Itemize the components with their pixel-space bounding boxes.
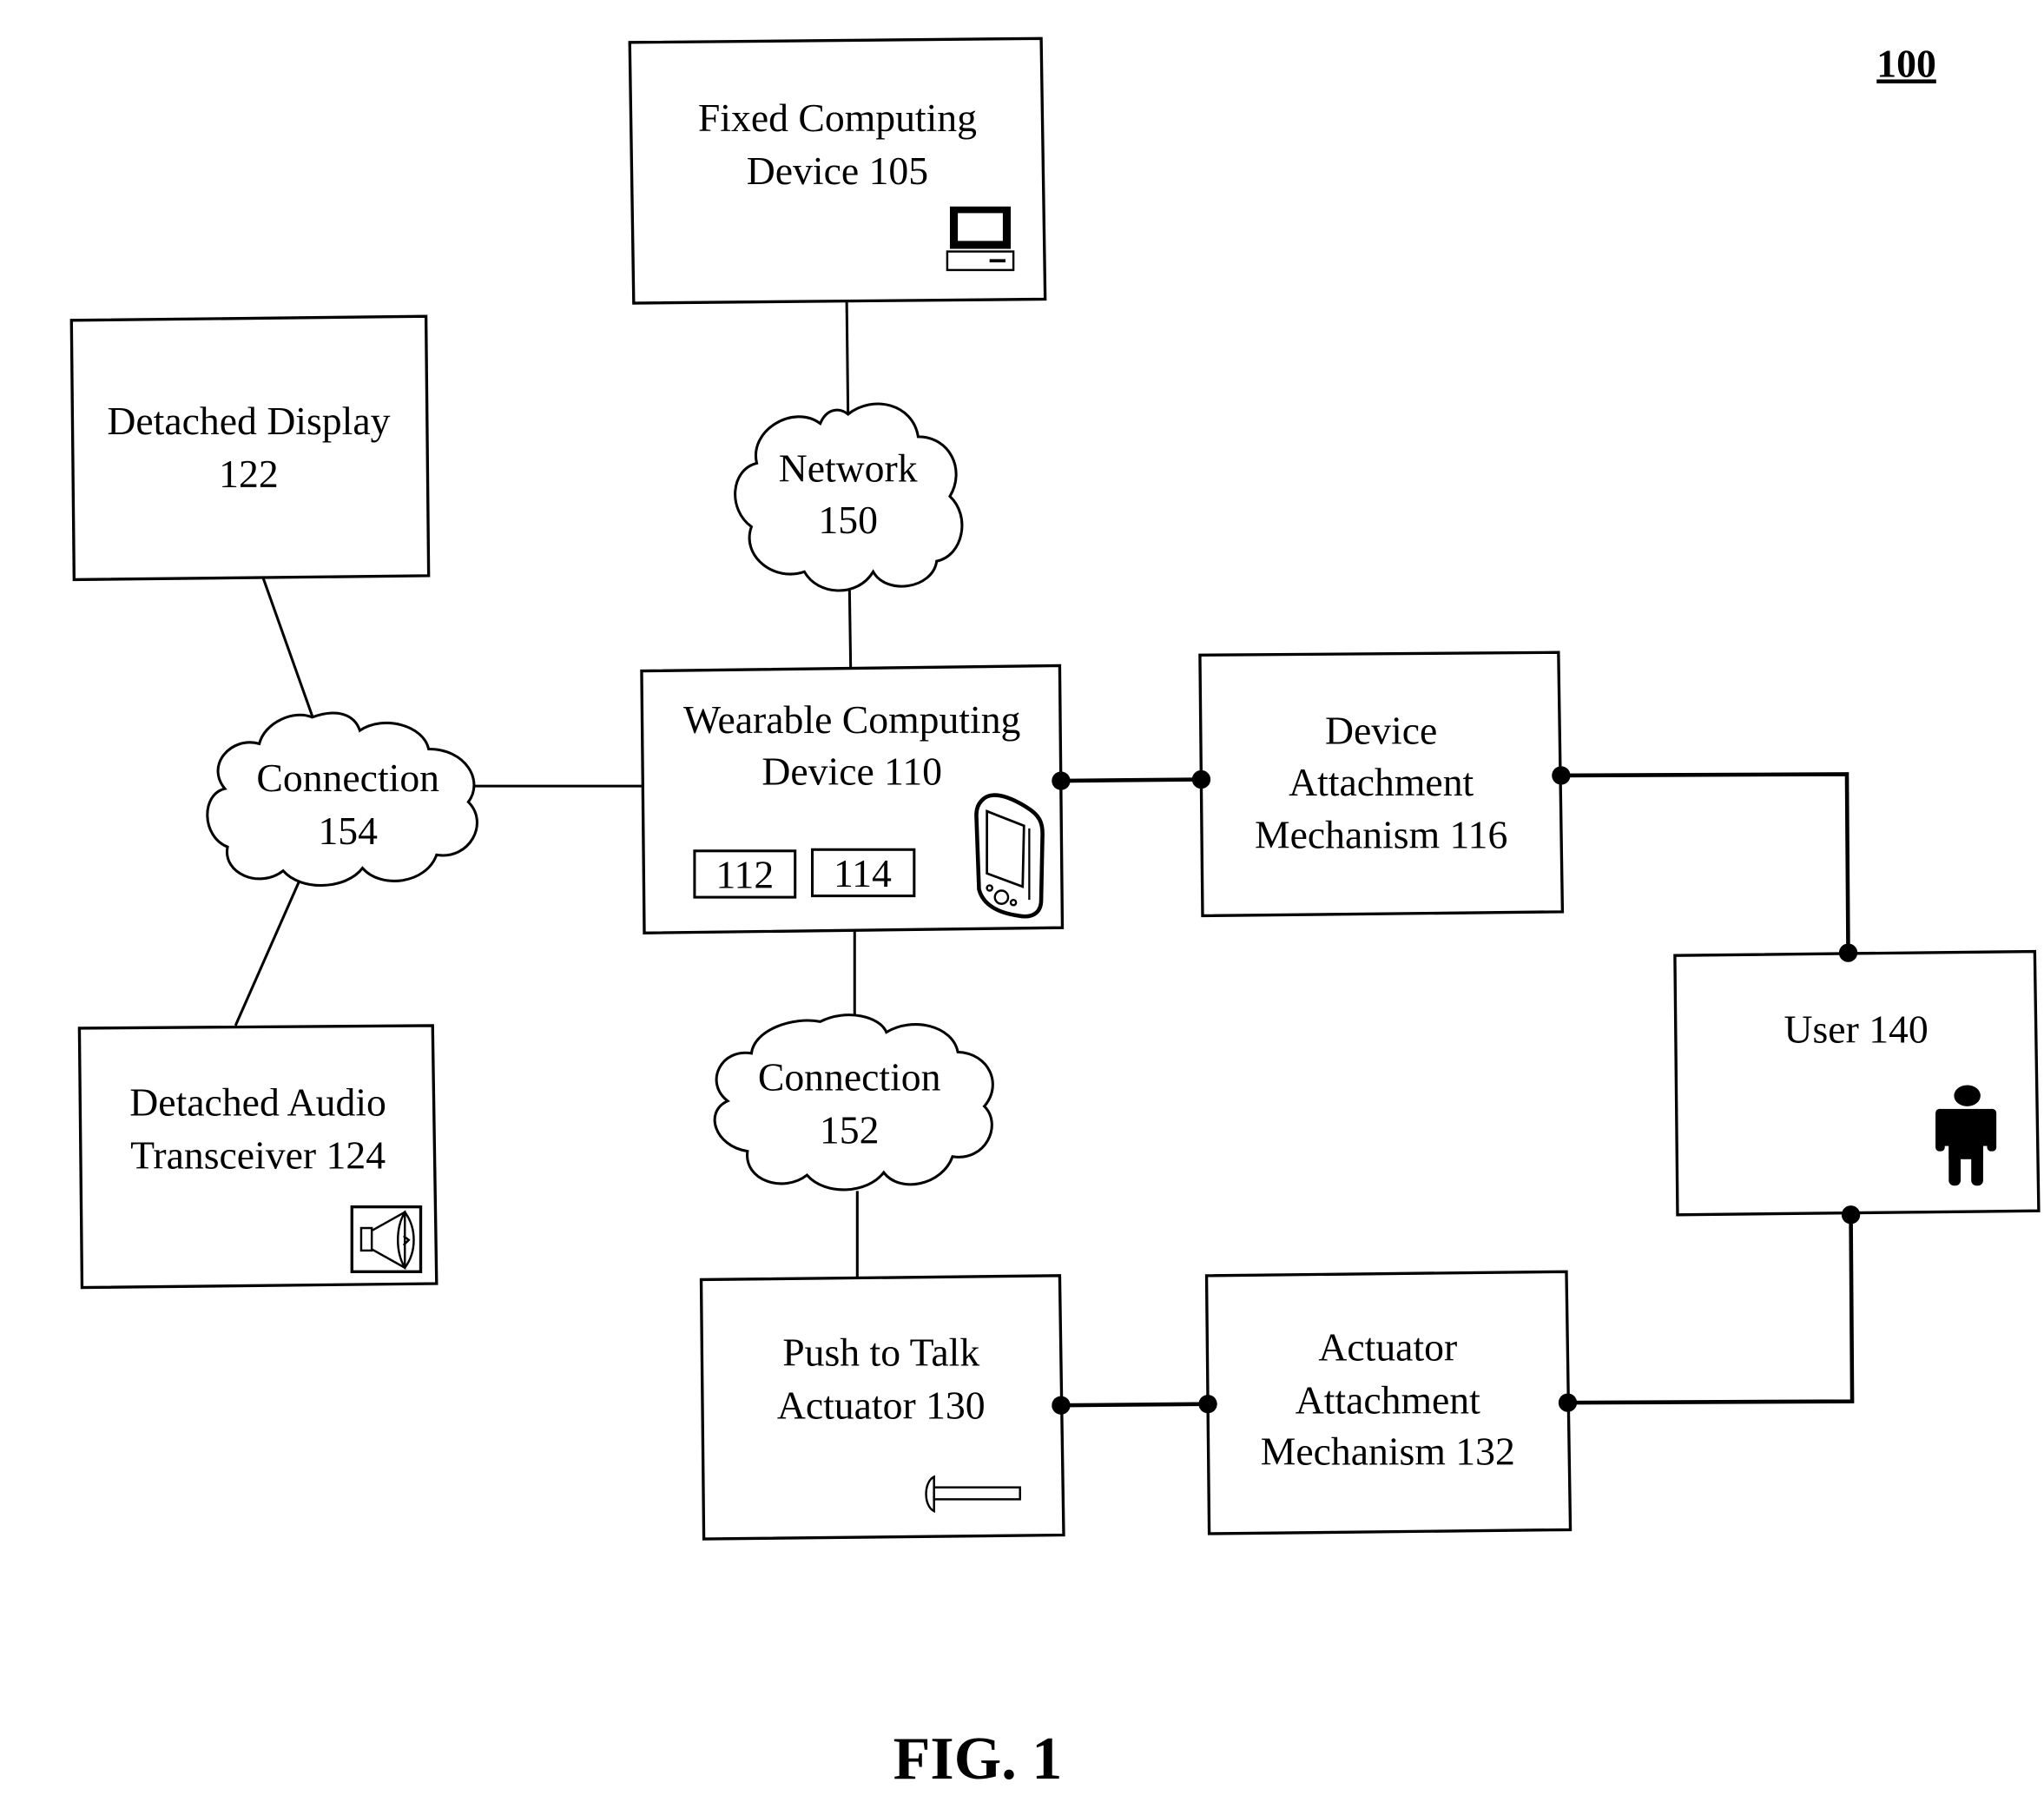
- edge-device-attachment-to-user: [1560, 772, 1850, 954]
- edge-connection154-to-audio: [234, 878, 302, 1027]
- node-detached-audio-transceiver[interactable]: Detached Audio Transceiver 124: [77, 1024, 438, 1290]
- node-label-line3: Mechanism 116: [1255, 813, 1507, 857]
- node-connection-152[interactable]: Connection 152: [713, 1013, 994, 1192]
- node-label-line2: Device 105: [747, 149, 928, 193]
- junction-dot: [1052, 1396, 1071, 1415]
- figure-reference-number: 100: [1876, 41, 1936, 85]
- node-label-line1: Actuator: [1318, 1324, 1457, 1369]
- subcomponent-112[interactable]: 112: [693, 849, 797, 899]
- node-label-line1: Connection: [758, 1055, 941, 1099]
- node-label-line2: Attachment: [1289, 760, 1474, 804]
- node-device-attachment-mechanism[interactable]: Device Attachment Mechanism 116: [1198, 650, 1565, 918]
- node-label-line2: 152: [820, 1108, 880, 1152]
- node-connection-154[interactable]: Connection 154: [206, 711, 478, 887]
- junction-dot: [1841, 1205, 1861, 1225]
- node-detached-display[interactable]: Detached Display 122: [69, 314, 431, 582]
- edge-display-to-connection154: [261, 578, 314, 716]
- patent-diagram: 100 Fixed Computing Device 105 Network 1…: [69, 36, 2041, 1792]
- junction-dot: [1558, 1393, 1578, 1412]
- edge-actuator-attachment-to-user: [1567, 1214, 1855, 1405]
- subcomponent-label: 114: [834, 851, 892, 895]
- junction-dot: [1198, 1395, 1217, 1414]
- subcomponent-114[interactable]: 114: [810, 848, 916, 898]
- handheld-device-icon: [974, 793, 1045, 919]
- figure-caption: FIG. 1: [893, 1726, 1063, 1792]
- node-label-line3: Mechanism 132: [1261, 1429, 1515, 1474]
- edge-wearable-to-device-attachment: [1060, 777, 1202, 783]
- desktop-computer-icon: [946, 206, 1015, 272]
- node-label-line1: Device: [1325, 708, 1437, 752]
- node-label-line2: Actuator 130: [777, 1383, 986, 1427]
- junction-dot: [1191, 769, 1211, 789]
- node-label-line1: User 140: [1784, 1007, 1929, 1052]
- box-border: [69, 314, 431, 582]
- subcomponent-label: 112: [715, 852, 774, 896]
- node-label-line2: 154: [318, 809, 378, 853]
- node-label-line2: 150: [818, 498, 878, 542]
- node-label-line2: Transceiver 124: [130, 1132, 386, 1177]
- junction-dot: [1838, 943, 1858, 962]
- node-label-line1: Detached Audio: [129, 1080, 386, 1125]
- node-wearable-computing-device[interactable]: Wearable Computing Device 110 112 114: [640, 664, 1065, 934]
- node-user[interactable]: User 140: [1673, 949, 2041, 1217]
- cloud-shape: [713, 1013, 994, 1192]
- node-label-line1: Detached Display: [107, 399, 390, 443]
- node-label-line1: Connection: [256, 756, 439, 800]
- node-label-line1: Wearable Computing: [683, 697, 1020, 742]
- box-border: [1673, 949, 2041, 1217]
- edge-fixed-to-network: [845, 301, 850, 413]
- junction-dot: [1052, 771, 1071, 790]
- speaker-icon: [350, 1205, 423, 1273]
- node-network[interactable]: Network 150: [734, 402, 964, 592]
- node-label-line2: Attachment: [1296, 1377, 1480, 1422]
- node-actuator-attachment-mechanism[interactable]: Actuator Attachment Mechanism 132: [1204, 1270, 1573, 1535]
- node-push-to-talk-actuator[interactable]: Push to Talk Actuator 130: [699, 1274, 1065, 1541]
- node-label-line2: Device 110: [762, 749, 942, 794]
- junction-dot: [1552, 766, 1571, 785]
- node-fixed-computing-device[interactable]: Fixed Computing Device 105: [628, 36, 1047, 305]
- node-label-line2: 122: [219, 452, 279, 496]
- node-label-line1: Network: [779, 446, 918, 491]
- node-label-line1: Fixed Computing: [698, 96, 977, 140]
- edge-ptt-to-actuator-attachment: [1060, 1402, 1209, 1408]
- edge-network-to-wearable: [847, 579, 853, 669]
- node-label-line1: Push to Talk: [782, 1330, 979, 1374]
